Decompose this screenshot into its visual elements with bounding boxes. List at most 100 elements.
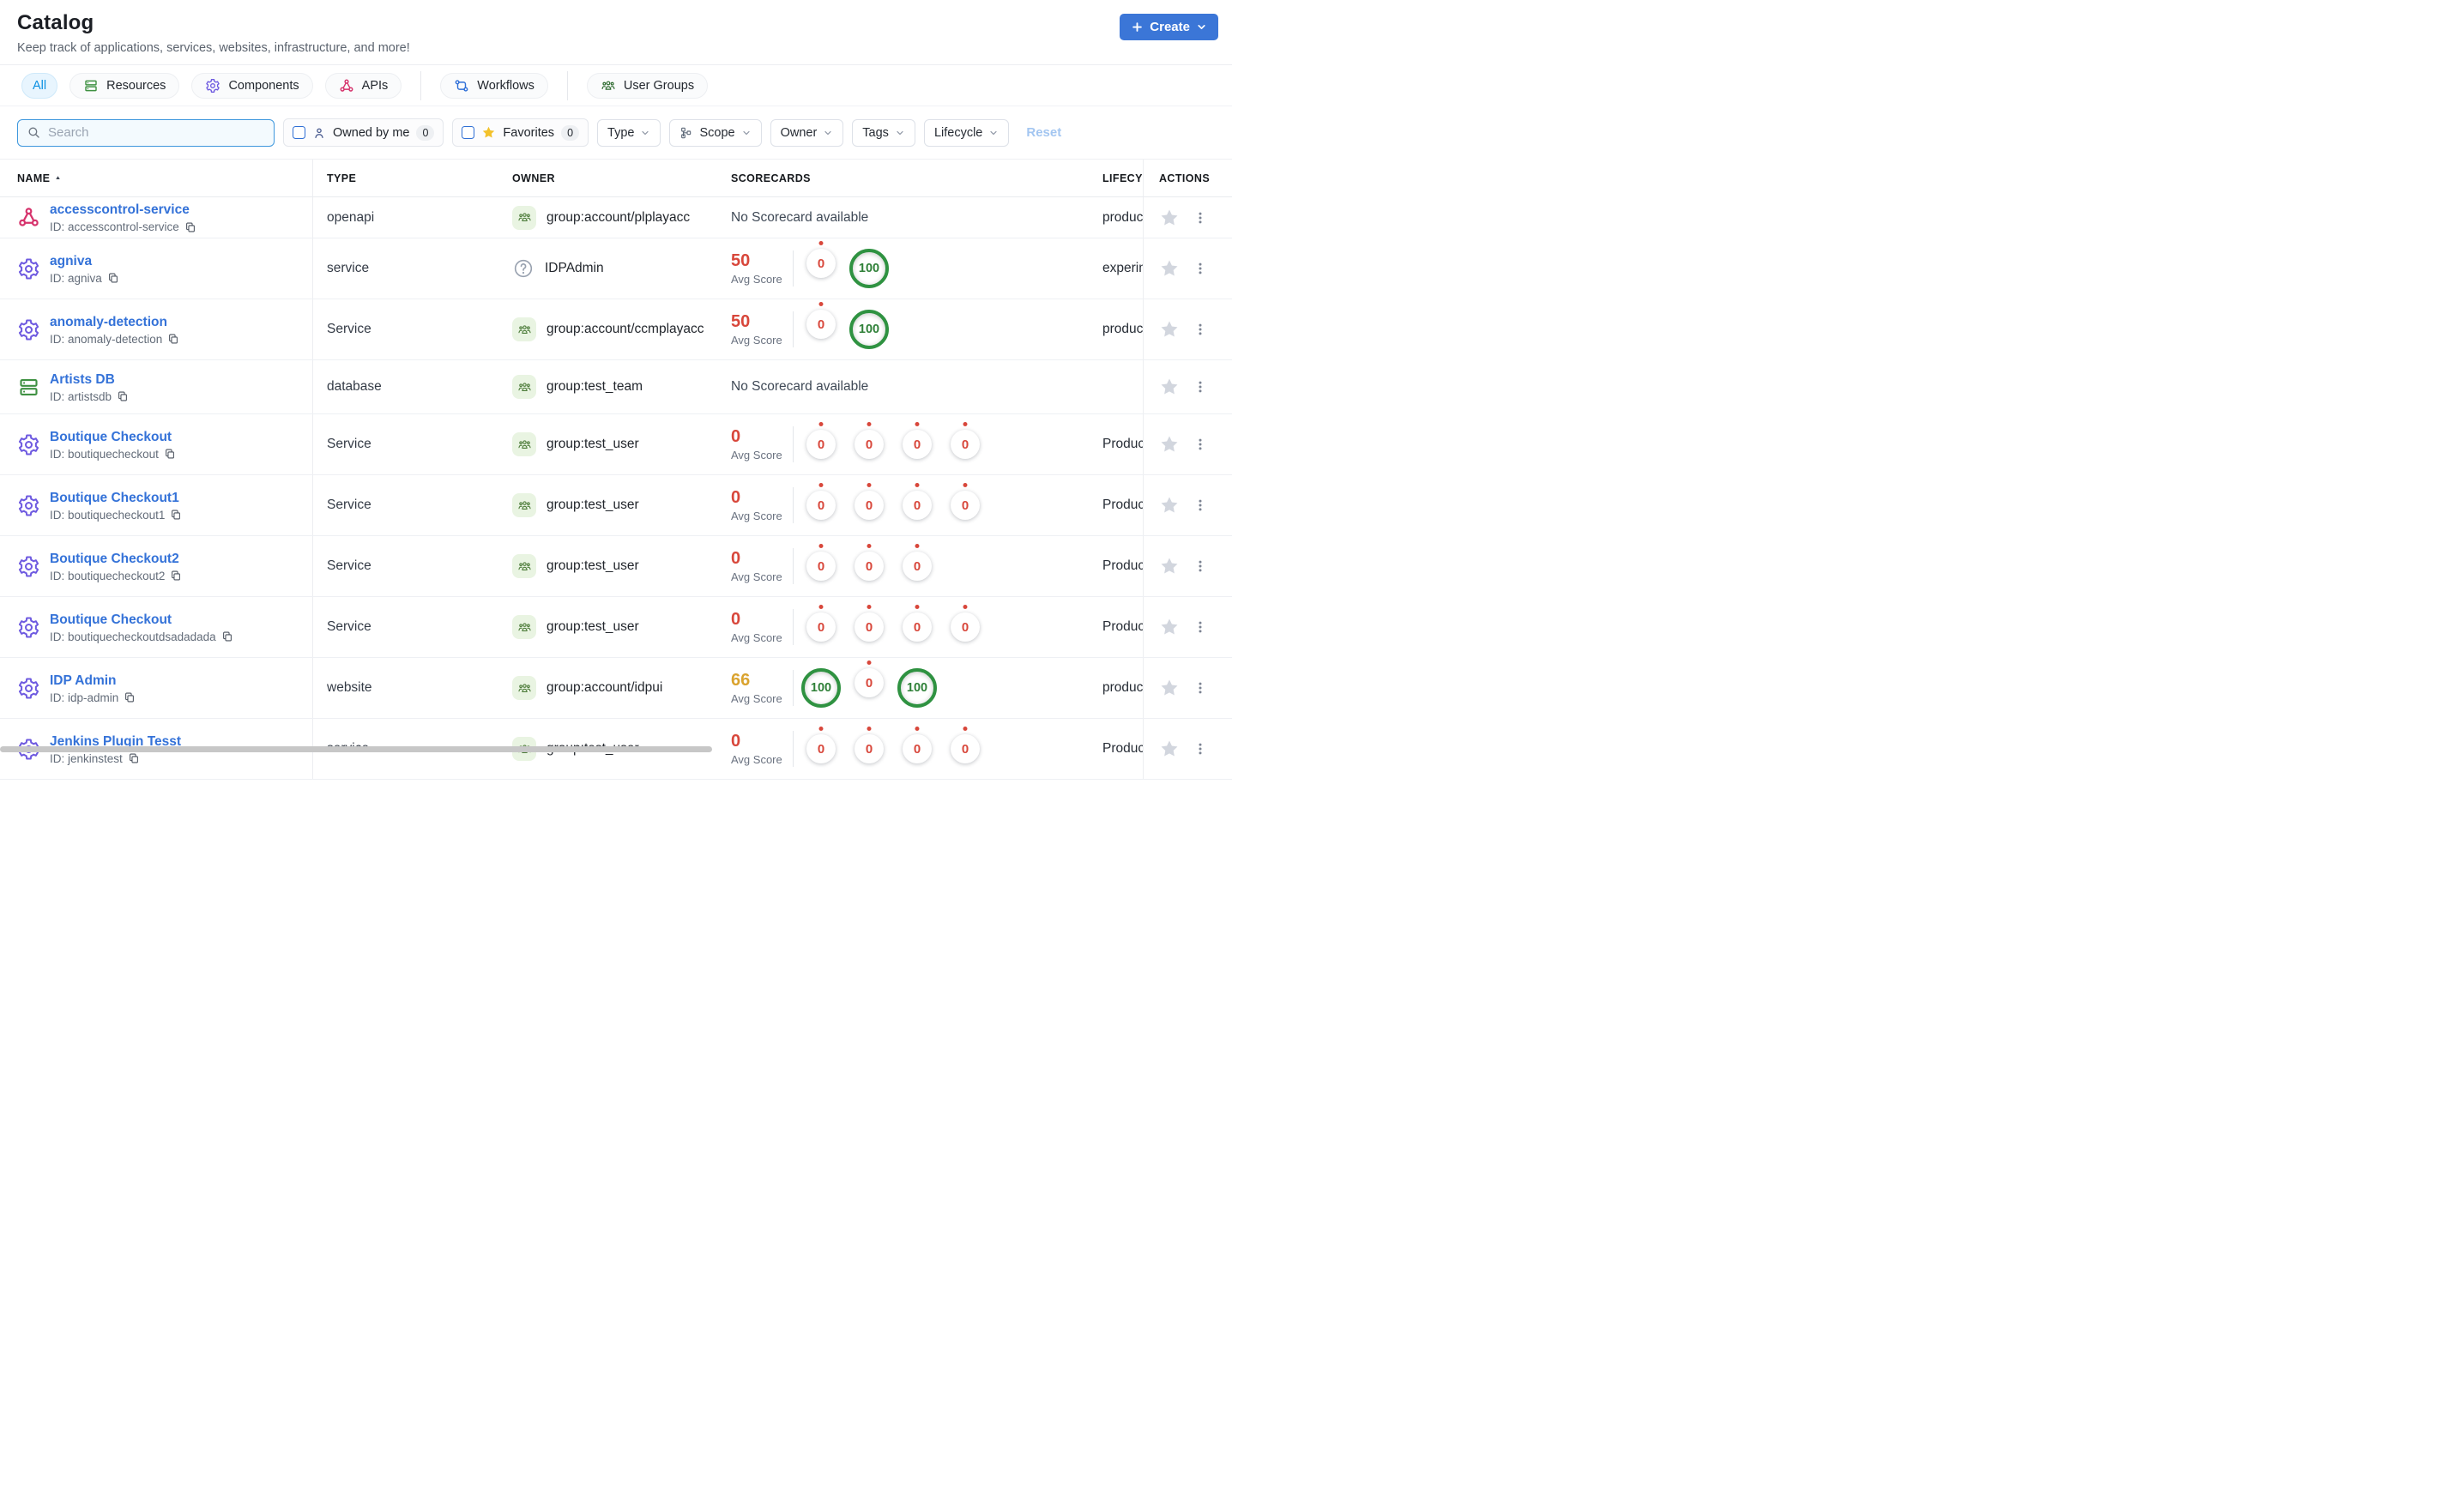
type-dropdown[interactable]: Type [597, 118, 661, 147]
copy-id-button[interactable] [170, 570, 182, 582]
cell-owner: IDPAdmin [512, 257, 731, 280]
entity-name-link[interactable]: Boutique Checkout1 [50, 490, 182, 506]
tab-group-divider [420, 70, 422, 100]
entity-name-link[interactable]: Boutique Checkout [50, 429, 176, 445]
copy-id-button[interactable] [128, 752, 140, 764]
scope-dropdown[interactable]: Scope [669, 118, 762, 147]
table-row[interactable]: Boutique Checkout ID: boutiquecheckout Ser… [0, 414, 1232, 475]
cell-name: IDP Admin ID: idp-admin [0, 658, 313, 718]
tab-label: Workflows [477, 78, 534, 93]
scorecard-divider [793, 548, 794, 584]
favorites-checkbox[interactable] [462, 126, 475, 139]
copy-id-button[interactable] [107, 272, 119, 284]
owned-by-me-checkbox[interactable] [293, 126, 305, 139]
entity-name-link[interactable]: anomaly-detection [50, 314, 179, 330]
row-menu-button[interactable] [1193, 619, 1208, 635]
favorite-star-button[interactable] [1159, 739, 1180, 759]
scorecard-badge-slot: 100 [845, 310, 893, 349]
scorecard-badge: 0 [806, 552, 836, 581]
chevron-down-icon [823, 128, 833, 138]
row-menu-button[interactable] [1193, 210, 1208, 226]
dropdown-label: Tags [862, 125, 889, 140]
scorecard-badge-slot: 0 [845, 734, 893, 763]
favorite-star-button[interactable] [1159, 258, 1180, 279]
scorecard-badge-slot: 0 [845, 491, 893, 520]
column-header-actions: ACTIONS [1143, 160, 1232, 196]
column-header-name[interactable]: NAME [0, 160, 313, 196]
table-row[interactable]: accesscontrol-service ID: accesscontrol-s… [0, 197, 1232, 238]
row-menu-button[interactable] [1193, 261, 1208, 276]
row-menu-button[interactable] [1193, 741, 1208, 757]
table-row[interactable]: Boutique Checkout2 ID: boutiquecheckout2 S… [0, 536, 1232, 597]
cell-lifecycle: production [1102, 209, 1143, 225]
row-menu-button[interactable] [1193, 558, 1208, 574]
favorite-star-button[interactable] [1159, 208, 1180, 228]
tab-user-groups[interactable]: User Groups [586, 72, 709, 99]
favorite-star-button[interactable] [1159, 556, 1180, 576]
favorite-star-button[interactable] [1159, 434, 1180, 455]
copy-id-button[interactable] [221, 630, 233, 642]
row-menu-button[interactable] [1193, 437, 1208, 452]
scorecard-badge-slot: 0 [797, 491, 845, 520]
copy-id-button[interactable] [184, 221, 196, 233]
scorecard-badge-slot: 0 [797, 612, 845, 642]
copy-id-button[interactable] [164, 448, 176, 460]
table-row[interactable]: Artists DB ID: artistsdb database group:tes… [0, 360, 1232, 414]
lifecycle-dropdown[interactable]: Lifecycle [923, 118, 1010, 147]
create-button[interactable]: Create [1120, 14, 1218, 40]
reset-button[interactable]: Reset [1026, 125, 1061, 140]
table-row[interactable]: agniva ID: agniva service IDPAdmin 50 Avg Sco… [0, 238, 1232, 299]
entity-name-link[interactable]: Boutique Checkout [50, 612, 233, 628]
table-row[interactable]: Boutique Checkout1 ID: boutiquecheckout1 S… [0, 475, 1232, 536]
tab-workflows[interactable]: Workflows [440, 72, 548, 99]
copy-id-button[interactable] [170, 509, 182, 521]
table-row[interactable]: Boutique Checkout ID: boutiquecheckoutdsa… [0, 597, 1232, 658]
tab-resources[interactable]: Resources [69, 72, 180, 99]
scorecard-badge: 0 [855, 491, 884, 520]
cell-actions [1143, 719, 1232, 779]
scorecard-badges: 0000 [797, 491, 989, 520]
search-input[interactable] [48, 125, 265, 140]
row-menu-button[interactable] [1193, 498, 1208, 513]
row-menu-button[interactable] [1193, 379, 1208, 395]
favorite-star-button[interactable] [1159, 617, 1180, 637]
scorecard-badges: 0 100 [797, 249, 893, 288]
entity-id: ID: boutiquecheckoutdsadadada [50, 630, 216, 643]
scorecard-badge: 0 [951, 734, 980, 763]
row-menu-button[interactable] [1193, 680, 1208, 696]
person-icon [312, 126, 326, 140]
cell-actions [1143, 414, 1232, 474]
entity-name-link[interactable]: agniva [50, 253, 119, 269]
entity-name-link[interactable]: accesscontrol-service [50, 202, 196, 218]
table-row[interactable]: anomaly-detection ID: anomaly-detection Se… [0, 299, 1232, 360]
scorecard-badge-slot: 0 [845, 612, 893, 642]
favorite-star-button[interactable] [1159, 495, 1180, 516]
tab-all[interactable]: All [21, 72, 58, 99]
cell-type: Service [327, 498, 371, 512]
unknown-owner-icon [512, 257, 534, 280]
table-row[interactable]: IDP Admin ID: idp-admin website group:accou… [0, 658, 1232, 719]
favorite-star-button[interactable] [1159, 377, 1180, 397]
favorite-star-button[interactable] [1159, 319, 1180, 340]
favorite-star-button[interactable] [1159, 678, 1180, 698]
copy-id-button[interactable] [117, 390, 129, 402]
entity-gear-icon [17, 318, 40, 341]
favorites-filter[interactable]: Favorites 0 [452, 118, 589, 147]
entity-name-link[interactable]: IDP Admin [50, 673, 136, 689]
tab-label: Resources [106, 78, 166, 93]
owner-dropdown[interactable]: Owner [770, 118, 844, 147]
avg-score-value: 66 [731, 670, 751, 690]
horizontal-scrollbar-thumb[interactable] [0, 746, 712, 752]
copy-id-button[interactable] [167, 333, 179, 345]
entity-name-link[interactable]: Boutique Checkout2 [50, 551, 182, 567]
scorecard-divider [793, 670, 794, 706]
tab-apis[interactable]: APIs [324, 72, 402, 99]
row-menu-button[interactable] [1193, 322, 1208, 337]
entity-name-link[interactable]: Artists DB [50, 371, 129, 388]
copy-id-button[interactable] [124, 691, 136, 703]
tags-dropdown[interactable]: Tags [852, 118, 915, 147]
owned-by-me-filter[interactable]: Owned by me 0 [283, 118, 444, 147]
group-icon [512, 432, 536, 456]
tab-components[interactable]: Components [191, 72, 313, 99]
chevron-down-icon [1196, 21, 1207, 33]
